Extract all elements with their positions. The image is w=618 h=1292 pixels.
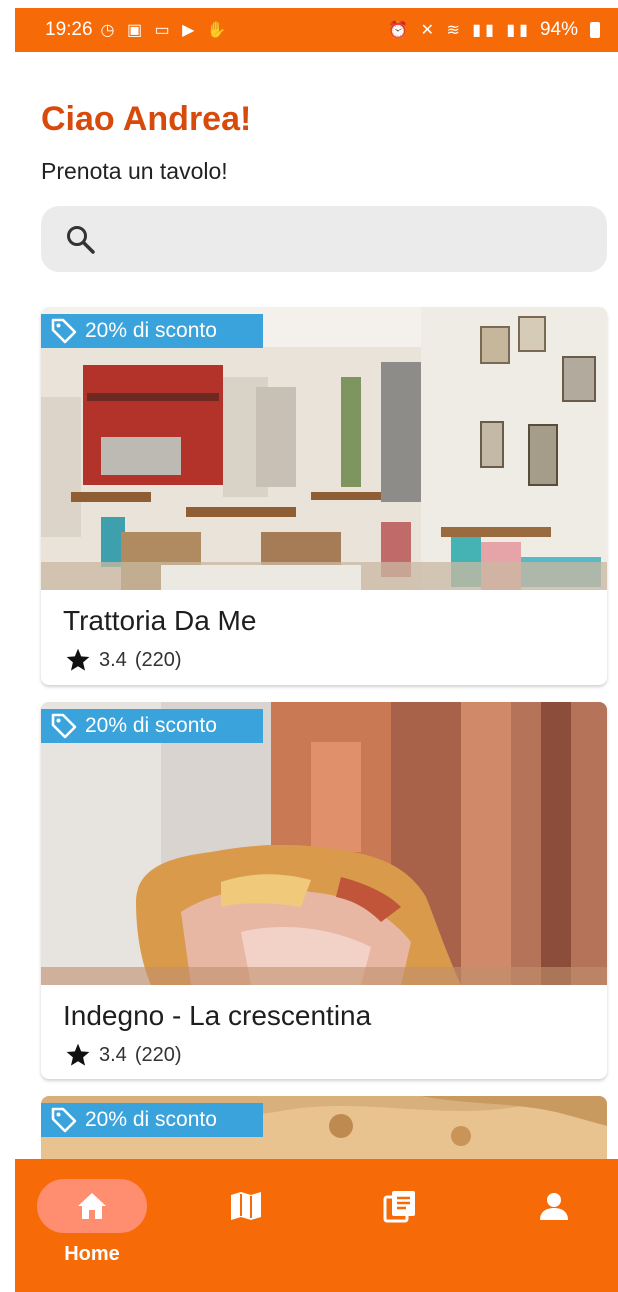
- tag-icon: [51, 1107, 77, 1133]
- greeting-subtitle: Prenota un tavolo!: [41, 158, 228, 184]
- search-bar[interactable]: [41, 206, 607, 272]
- system-status-icons: ⏰ ✕ ≋ ▮▮ ▮▮: [388, 22, 532, 39]
- profile-icon: [540, 1193, 568, 1220]
- nav-item-home[interactable]: Home: [37, 1179, 147, 1269]
- restaurant-photo: [41, 307, 607, 590]
- discount-badge: 20% di sconto: [41, 1103, 263, 1137]
- discount-label: 20% di sconto: [85, 1108, 217, 1131]
- tag-icon: [51, 318, 77, 344]
- battery-level: 94%: [539, 19, 578, 40]
- restaurant-card[interactable]: 20% di sconto: [41, 1096, 607, 1159]
- bottom-navigation: Home: [15, 1159, 618, 1292]
- map-icon: [231, 1192, 261, 1220]
- nav-icon-container: [345, 1179, 455, 1233]
- review-count: (220): [134, 1043, 182, 1066]
- restaurant-card[interactable]: 20% di sconto Trattoria Da Me 3.4 (220): [41, 307, 607, 685]
- restaurant-photo: [41, 702, 607, 985]
- nav-item-map[interactable]: [191, 1179, 301, 1269]
- app-screen: 19:26 ◷ ▣ ▭ ▶ ✋ ⏰ ✕ ≋ ▮▮ ▮▮ 94% Ciao And…: [15, 8, 618, 1292]
- discount-label: 20% di sconto: [85, 714, 217, 737]
- status-bar: 19:26 ◷ ▣ ▭ ▶ ✋ ⏰ ✕ ≋ ▮▮ ▮▮ 94%: [15, 8, 618, 52]
- restaurant-rating: 3.4 (220): [65, 647, 182, 673]
- restaurant-rating: 3.4 (220): [65, 1042, 182, 1068]
- menu-book-icon: [383, 1191, 415, 1223]
- discount-badge: 20% di sconto: [41, 709, 263, 743]
- restaurant-card[interactable]: 20% di sconto Indegno - La crescentina 3…: [41, 702, 607, 1079]
- rating-value: 3.4: [99, 1043, 127, 1066]
- nav-icon-container: [191, 1179, 301, 1233]
- nav-label-home: Home: [64, 1243, 120, 1265]
- tag-icon: [51, 713, 77, 739]
- nav-item-profile[interactable]: [499, 1179, 609, 1269]
- notification-icons: ◷ ▣ ▭ ▶ ✋: [100, 22, 231, 39]
- search-icon: [67, 226, 95, 254]
- nav-item-reservations[interactable]: [345, 1179, 455, 1269]
- home-icon: [78, 1193, 106, 1219]
- battery-icon: [590, 22, 600, 38]
- rating-value: 3.4: [99, 648, 127, 671]
- restaurant-name: Trattoria Da Me: [63, 605, 257, 636]
- status-time: 19:26: [45, 19, 93, 40]
- star-icon: [66, 648, 90, 671]
- discount-badge: 20% di sconto: [41, 314, 263, 348]
- search-input[interactable]: [105, 218, 589, 260]
- nav-icon-container: [499, 1179, 609, 1233]
- greeting-title: Ciao Andrea!: [41, 100, 252, 138]
- star-icon: [66, 1043, 90, 1066]
- restaurant-name: Indegno - La crescentina: [63, 1000, 372, 1031]
- nav-active-indicator: [37, 1179, 147, 1233]
- discount-label: 20% di sconto: [85, 319, 217, 342]
- review-count: (220): [134, 648, 182, 671]
